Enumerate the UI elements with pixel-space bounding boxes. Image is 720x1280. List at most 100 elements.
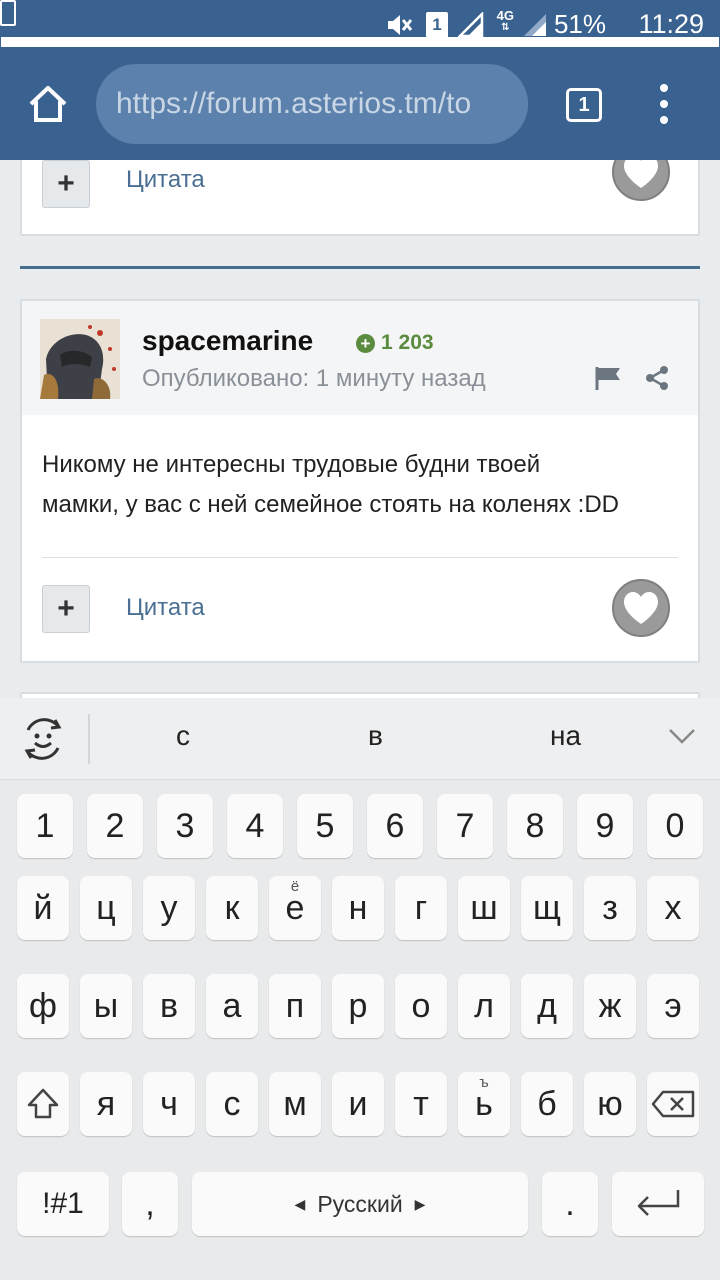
multiquote-button[interactable]: +	[42, 160, 90, 208]
key-1[interactable]: 1	[17, 794, 73, 858]
backspace-key[interactable]	[647, 1072, 699, 1136]
status-bar: 1 4G ⇅ 51% 11:29	[0, 0, 720, 48]
key-9[interactable]: 9	[577, 794, 633, 858]
key-letter[interactable]: э	[647, 974, 699, 1038]
quote-link[interactable]: Цитата	[126, 594, 205, 622]
key-letter[interactable]: х	[647, 876, 699, 940]
avatar-image	[40, 319, 120, 399]
post-card: spacemarine + 1 203 Опубликовано: 1 мину…	[20, 299, 700, 663]
chevron-right-icon: ▶	[414, 1195, 426, 1212]
key-letter[interactable]: р	[332, 974, 384, 1038]
plus-circle-icon: +	[356, 333, 375, 353]
key-5[interactable]: 5	[297, 794, 353, 858]
like-button[interactable]	[612, 160, 670, 201]
network-type: 4G ⇅	[496, 8, 514, 33]
key-letter[interactable]: щ	[521, 876, 573, 940]
key-6[interactable]: 6	[367, 794, 423, 858]
backspace-icon	[651, 1090, 695, 1118]
multiquote-button[interactable]: +	[42, 585, 90, 633]
key-letter[interactable]: к	[206, 876, 258, 940]
key-letter[interactable]: л	[458, 974, 510, 1038]
suggestion-2[interactable]: в	[368, 720, 383, 752]
key-letter[interactable]: и	[332, 1072, 384, 1136]
browser-toolbar: https://forum.asterios.tm/to 1	[0, 48, 720, 160]
tab-switcher-button[interactable]: 1	[566, 88, 602, 122]
key-letter[interactable]: ы	[80, 974, 132, 1038]
overflow-menu-button[interactable]	[650, 84, 678, 124]
key-letter[interactable]: г	[395, 876, 447, 940]
period-key[interactable]: .	[542, 1172, 598, 1236]
key-alt-char: ъ	[479, 1074, 489, 1091]
post-date[interactable]: Опубликовано: 1 минуту назад	[142, 365, 486, 393]
key-letter[interactable]: ц	[80, 876, 132, 940]
key-0[interactable]: 0	[647, 794, 703, 858]
reputation-count: 1 203	[381, 331, 434, 354]
clock: 11:29	[638, 8, 704, 39]
key-letter[interactable]: м	[269, 1072, 321, 1136]
key-letter[interactable]: я	[80, 1072, 132, 1136]
language-label: Русский	[317, 1190, 403, 1217]
key-letter[interactable]: у	[143, 876, 195, 940]
post-text-line: Никому не интересны трудовые будни твоей	[42, 451, 541, 478]
suggestion-1[interactable]: с	[176, 720, 190, 752]
signal-icon-sim1	[458, 12, 484, 38]
suggestion-bar: с в на	[0, 698, 720, 780]
key-3[interactable]: 3	[157, 794, 213, 858]
key-letter[interactable]: д	[521, 974, 573, 1038]
key-letter[interactable]: ш	[458, 876, 510, 940]
key-letter[interactable]: п	[269, 974, 321, 1038]
suggestion-3[interactable]: на	[550, 720, 581, 752]
key-letter[interactable]: а	[206, 974, 258, 1038]
key-letter[interactable]: б	[521, 1072, 573, 1136]
mute-icon	[388, 15, 413, 35]
key-letter[interactable]: о	[395, 974, 447, 1038]
key-8[interactable]: 8	[507, 794, 563, 858]
key-2[interactable]: 2	[87, 794, 143, 858]
avatar[interactable]	[40, 319, 120, 399]
key-letter[interactable]: ж	[584, 974, 636, 1038]
key-letter[interactable]: с	[206, 1072, 258, 1136]
sim-icon: 1	[426, 12, 448, 38]
address-bar[interactable]: https://forum.asterios.tm/to	[96, 64, 528, 144]
heart-icon	[624, 160, 658, 188]
symbols-key[interactable]: !#1	[17, 1172, 109, 1236]
enter-icon	[637, 1190, 680, 1216]
key-7[interactable]: 7	[437, 794, 493, 858]
signal-icon-sim2	[524, 14, 546, 36]
space-key[interactable]: ◀ Русский ▶	[192, 1172, 528, 1236]
key-4[interactable]: 4	[227, 794, 283, 858]
post-body: Никому не интересны трудовые будни твоей…	[42, 445, 682, 525]
key-letter[interactable]: й	[17, 876, 69, 940]
page-content: + Цитата spacemarine + 1 203 Опубликован…	[0, 160, 720, 698]
battery-percent: 51%	[553, 8, 606, 39]
share-icon[interactable]	[644, 365, 670, 391]
key-letter[interactable]: ю	[584, 1072, 636, 1136]
chevron-down-icon[interactable]	[666, 724, 698, 748]
like-button[interactable]	[612, 579, 670, 637]
report-flag-icon[interactable]	[594, 365, 622, 391]
emoji-icon[interactable]	[20, 716, 66, 762]
key-letter-soft-sign[interactable]: ъ ь	[458, 1072, 510, 1136]
author-name[interactable]: spacemarine	[142, 325, 313, 357]
post-text-line: мамки, у вас с ней семейное стоять на ко…	[42, 491, 620, 518]
key-letter-e[interactable]: ё е	[269, 876, 321, 940]
key-letter[interactable]: з	[584, 876, 636, 940]
home-icon	[29, 86, 67, 122]
key-letter[interactable]: н	[332, 876, 384, 940]
key-letter[interactable]: в	[143, 974, 195, 1038]
post-header: spacemarine + 1 203 Опубликовано: 1 мину…	[22, 301, 698, 415]
key-letter[interactable]: т	[395, 1072, 447, 1136]
home-button[interactable]	[22, 78, 74, 130]
enter-key[interactable]	[612, 1172, 704, 1236]
key-letter[interactable]: ч	[143, 1072, 195, 1136]
url-text: https://forum.asterios.tm/to	[116, 87, 472, 120]
chevron-left-icon: ◀	[294, 1195, 306, 1212]
previous-post-card: + Цитата	[20, 160, 700, 236]
quote-link[interactable]: Цитата	[126, 166, 205, 194]
shift-icon	[27, 1088, 59, 1119]
comma-key[interactable]: ,	[122, 1172, 178, 1236]
battery-icon	[0, 0, 719, 47]
key-alt-char: ё	[290, 878, 300, 895]
key-letter[interactable]: ф	[17, 974, 69, 1038]
shift-key[interactable]	[17, 1072, 69, 1136]
